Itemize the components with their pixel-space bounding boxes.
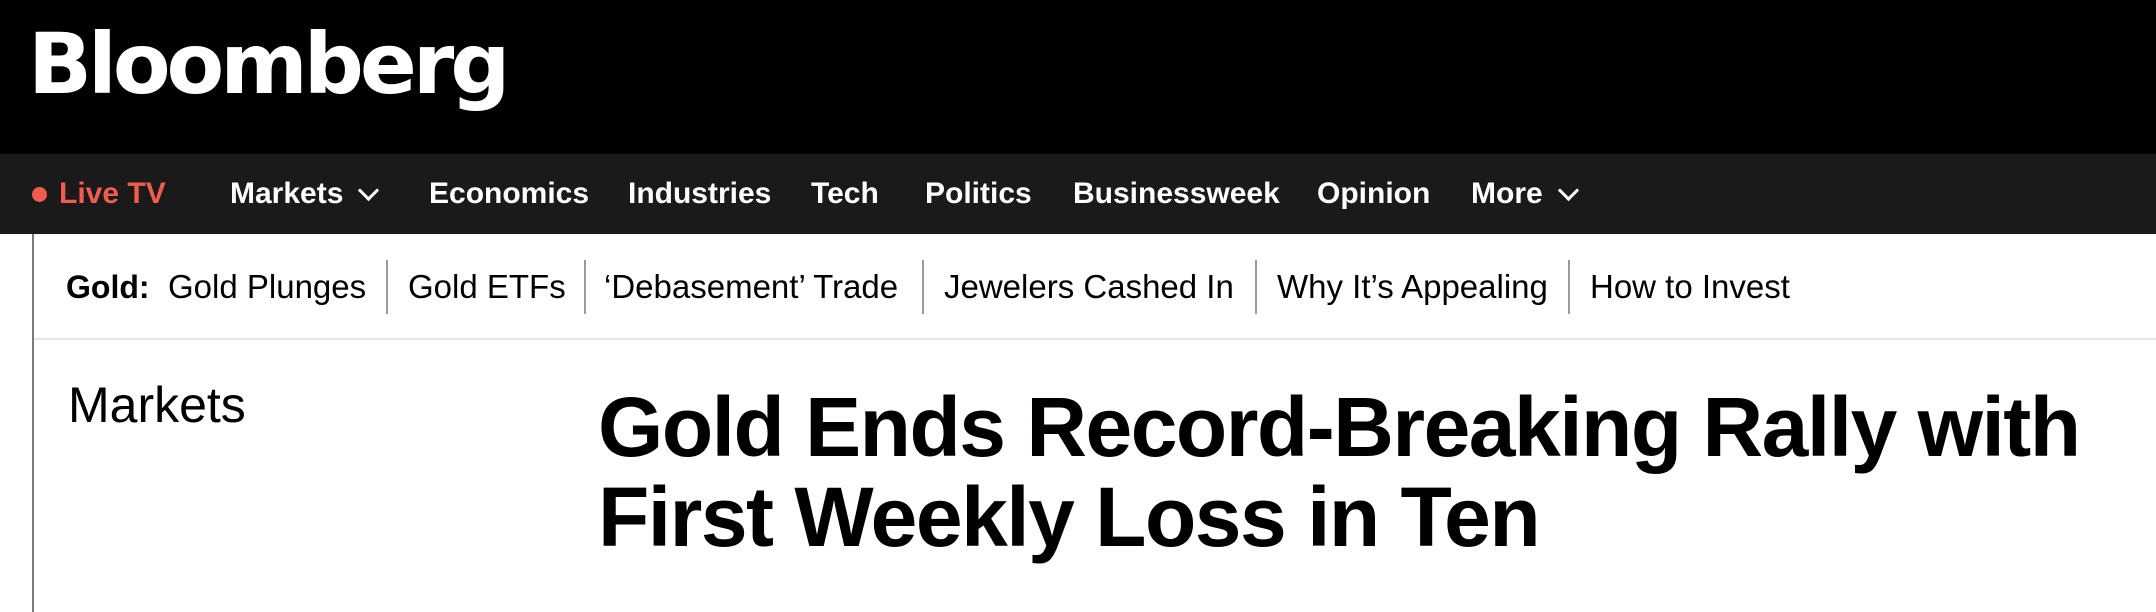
topic-link-how-to-invest[interactable]: How to Invest xyxy=(1590,234,1790,340)
primary-nav: Live TV Markets Economics Industries Tec… xyxy=(0,154,2156,234)
topic-link-gold-etfs[interactable]: Gold ETFs xyxy=(408,234,566,340)
topic-link-debasement-trade[interactable]: ‘Debasement’ Trade xyxy=(604,234,898,340)
nav-industries[interactable]: Industries xyxy=(628,154,771,234)
nav-industries-label: Industries xyxy=(628,177,772,210)
nav-opinion[interactable]: Opinion xyxy=(1317,154,1430,234)
nav-businessweek-label: Businessweek xyxy=(1073,177,1280,210)
nav-markets[interactable]: Markets xyxy=(230,154,380,234)
chevron-down-icon xyxy=(1557,179,1579,201)
topic-separator xyxy=(584,260,586,314)
topic-separator xyxy=(922,260,924,314)
nav-economics[interactable]: Economics xyxy=(429,154,589,234)
topic-separator xyxy=(386,260,388,314)
topic-link-why-its-appealing[interactable]: Why It’s Appealing xyxy=(1277,234,1548,340)
nav-tech[interactable]: Tech xyxy=(811,154,879,234)
nav-more-label: More xyxy=(1471,177,1543,210)
topic-link-gold-plunges[interactable]: Gold Plunges xyxy=(168,234,366,340)
nav-politics-label: Politics xyxy=(925,177,1032,210)
nav-opinion-label: Opinion xyxy=(1317,177,1431,210)
article-headline: Gold Ends Record-Breaking Rally with Fir… xyxy=(598,382,2156,562)
nav-economics-label: Economics xyxy=(429,177,590,210)
headline-line: First Weekly Loss in Ten xyxy=(598,470,1541,564)
nav-markets-label: Markets xyxy=(230,177,344,210)
live-dot-icon xyxy=(32,186,47,202)
nav-businessweek[interactable]: Businessweek xyxy=(1073,154,1280,234)
nav-more[interactable]: More xyxy=(1471,154,1579,234)
topic-strip-label: Gold: xyxy=(66,268,150,305)
nav-live-tv[interactable]: Live TV xyxy=(32,154,166,234)
topic-strip: Gold: Gold Plunges Gold ETFs ‘Debasement… xyxy=(34,234,2156,340)
chevron-down-icon xyxy=(358,179,380,201)
nav-politics[interactable]: Politics xyxy=(925,154,1032,234)
headline-line: Gold Ends Record-Breaking Rally with xyxy=(598,380,2081,474)
nav-live-tv-label: Live TV xyxy=(59,177,166,210)
topic-separator xyxy=(1255,260,1257,314)
article-section-link[interactable]: Markets xyxy=(68,380,246,430)
topic-link-jewelers-cashed-in[interactable]: Jewelers Cashed In xyxy=(944,234,1234,340)
bloomberg-logo[interactable]: Bloomberg xyxy=(28,22,510,106)
nav-tech-label: Tech xyxy=(811,177,879,210)
topic-separator xyxy=(1568,260,1570,314)
brand-bar: Bloomberg xyxy=(0,0,2156,154)
